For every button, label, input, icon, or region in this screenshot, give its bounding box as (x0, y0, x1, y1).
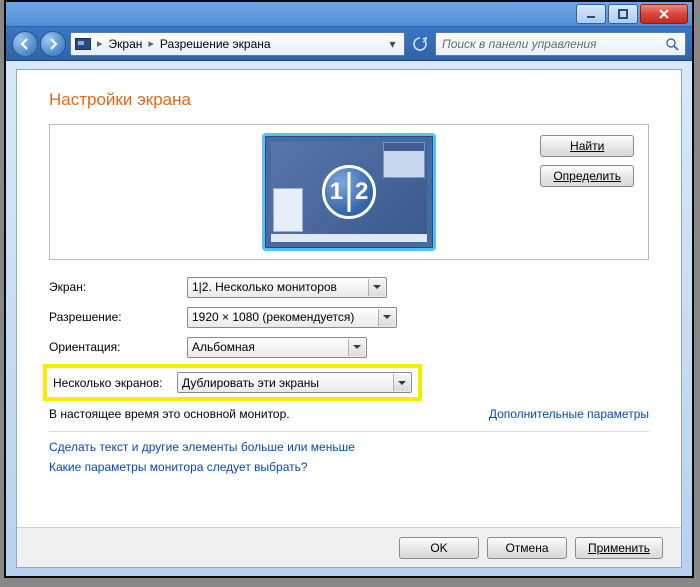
nav-forward-button[interactable] (40, 31, 66, 57)
orientation-combo[interactable]: Альбомная (187, 337, 367, 358)
search-input[interactable]: Поиск в панели управления (435, 32, 686, 56)
titlebar (6, 2, 692, 27)
advanced-settings-link[interactable]: Дополнительные параметры (489, 407, 649, 421)
dialog-footer: OK Отмена Применить (17, 527, 681, 567)
cancel-button[interactable]: Отмена (487, 537, 567, 559)
chevron-down-icon (393, 374, 410, 391)
page-content: Настройки экрана 1 2 Найти Определить (16, 69, 682, 568)
refresh-button[interactable] (409, 33, 431, 55)
nav-back-button[interactable] (12, 31, 38, 57)
window-frame: ▸ Экран ▸ Разрешение экрана ▾ Поиск в па… (4, 0, 694, 578)
navbar: ▸ Экран ▸ Разрешение экрана ▾ Поиск в па… (6, 27, 692, 61)
display-preview-monitor[interactable]: 1 2 (262, 133, 436, 251)
chevron-right-icon: ▸ (148, 37, 154, 50)
text-size-link[interactable]: Сделать текст и другие элементы больше и… (49, 440, 649, 454)
control-panel-icon (75, 38, 91, 50)
highlighted-multimon-row: Несколько экранов: Дублировать эти экран… (43, 364, 422, 401)
page-title: Настройки экрана (49, 90, 649, 110)
address-bar[interactable]: ▸ Экран ▸ Разрешение экрана ▾ (70, 32, 405, 56)
resolution-label: Разрешение: (49, 310, 179, 324)
page-glass: Настройки экрана 1 2 Найти Определить (6, 61, 692, 576)
search-icon (665, 37, 679, 51)
screen-value: 1|2. Несколько мониторов (192, 280, 337, 294)
resolution-value: 1920 × 1080 (рекомендуется) (192, 310, 354, 324)
detect-button[interactable]: Определить (540, 165, 634, 187)
chevron-right-icon: ▸ (97, 37, 103, 50)
breadcrumb-item[interactable]: Экран (109, 37, 143, 51)
search-placeholder: Поиск в панели управления (442, 37, 597, 51)
breadcrumb-item[interactable]: Разрешение экрана (160, 37, 271, 51)
multimon-label: Несколько экранов: (53, 376, 177, 390)
display-preview-panel: 1 2 Найти Определить (49, 124, 649, 260)
divider (49, 431, 649, 432)
multimon-value: Дублировать эти экраны (182, 376, 319, 390)
find-button[interactable]: Найти (540, 135, 634, 157)
orientation-value: Альбомная (192, 340, 255, 354)
orientation-label: Ориентация: (49, 340, 179, 354)
chevron-down-icon (348, 339, 365, 356)
ok-button[interactable]: OK (399, 537, 479, 559)
which-monitor-link[interactable]: Какие параметры монитора следует выбрать… (49, 460, 649, 474)
screen-label: Экран: (49, 280, 179, 294)
address-dropdown-icon[interactable]: ▾ (385, 37, 400, 52)
apply-button[interactable]: Применить (575, 537, 663, 559)
primary-monitor-note: В настоящее время это основной монитор. (49, 407, 290, 421)
chevron-down-icon (368, 279, 385, 296)
multimon-combo[interactable]: Дублировать эти экраны (177, 372, 412, 393)
minimize-button[interactable] (576, 4, 606, 24)
screen-combo[interactable]: 1|2. Несколько мониторов (187, 277, 387, 298)
chevron-down-icon (378, 309, 395, 326)
resolution-combo[interactable]: 1920 × 1080 (рекомендуется) (187, 307, 397, 328)
maximize-button[interactable] (608, 4, 638, 24)
close-button[interactable] (640, 4, 688, 24)
monitor-id-badge: 1 2 (322, 165, 376, 219)
